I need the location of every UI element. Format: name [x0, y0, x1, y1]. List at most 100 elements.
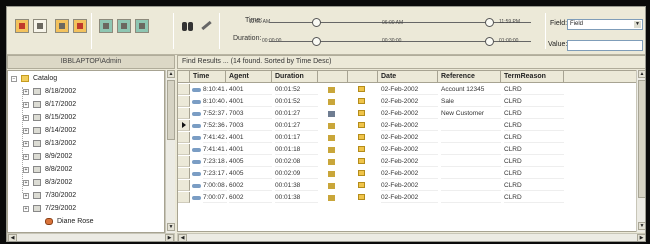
row-selector[interactable]	[178, 84, 190, 95]
column-header-speaker[interactable]	[318, 71, 348, 83]
cell-time: 7:41:42 AM	[203, 132, 227, 143]
speaker-icon[interactable]	[328, 87, 335, 93]
tree-item[interactable]: +8/15/2002	[8, 113, 164, 123]
scroll-down-icon[interactable]: ▼	[638, 222, 645, 230]
grid-vertical-scrollbar[interactable]: ▲ ▼	[636, 70, 645, 232]
expand-icon[interactable]: +	[23, 102, 29, 108]
properties-button[interactable]	[99, 19, 113, 33]
row-selector[interactable]	[178, 132, 190, 143]
speaker-icon[interactable]	[328, 195, 335, 201]
table-row[interactable]: 8:10:40 AM400100:01:52 02-Feb-2002SaleCLR…	[190, 96, 645, 107]
save-button[interactable]	[15, 19, 29, 33]
row-selector[interactable]	[178, 108, 190, 119]
tree-item[interactable]: +7/30/2002	[8, 191, 164, 201]
table-row[interactable]: 7:52:36 AM700300:01:27 02-Feb-2002 CLRD	[190, 120, 645, 131]
expand-icon[interactable]: +	[23, 115, 29, 121]
cell-date: 02-Feb-2002	[381, 180, 438, 191]
table-row[interactable]: 7:41:41 AM400100:01:18 02-Feb-2002 CLRD	[190, 144, 645, 155]
results-grid[interactable]: Time Agent Duration Date Reference TermReason…	[177, 70, 645, 232]
speaker-icon[interactable]	[328, 99, 335, 105]
tree-item[interactable]: +8/18/2002	[8, 87, 164, 97]
field-select[interactable]: Field ▼	[567, 19, 643, 30]
tree-scroll-thumb[interactable]	[167, 80, 175, 140]
column-header-time[interactable]: Time	[190, 71, 226, 83]
row-selector[interactable]	[178, 120, 190, 131]
tree-item[interactable]: +8/17/2002	[8, 100, 164, 110]
row-selector[interactable]	[178, 192, 190, 203]
collapse-icon[interactable]: −	[11, 76, 17, 82]
cell-agent: 4001	[229, 132, 272, 143]
column-header-folder[interactable]	[348, 71, 378, 83]
expand-icon[interactable]: +	[23, 180, 29, 186]
expand-icon[interactable]: +	[23, 167, 29, 173]
tree-item[interactable]: +8/13/2002	[8, 139, 164, 149]
speaker-icon[interactable]	[328, 111, 335, 117]
grid-horizontal-scrollbar[interactable]: ◀ ▶	[177, 233, 645, 241]
expand-icon[interactable]: +	[23, 206, 29, 212]
duration-end-handle[interactable]	[485, 37, 494, 46]
table-row[interactable]: 7:00:08 AM600200:01:38 02-Feb-2002 CLRD	[190, 180, 645, 191]
tree-item[interactable]: +8/9/2002	[8, 152, 164, 162]
tree-vertical-scrollbar[interactable]: ▲ ▼	[165, 70, 175, 233]
scroll-right-icon[interactable]: ▶	[637, 234, 645, 241]
value-input[interactable]	[567, 40, 643, 51]
expand-icon[interactable]: +	[23, 154, 29, 160]
tools-button[interactable]	[199, 19, 213, 33]
speaker-icon[interactable]	[328, 147, 335, 153]
column-header-date[interactable]: Date	[378, 71, 438, 83]
tree-horizontal-scrollbar[interactable]: ◀ ▶	[7, 233, 175, 241]
row-selector[interactable]	[178, 96, 190, 107]
cell-agent: 4001	[229, 144, 272, 155]
row-selector[interactable]	[178, 156, 190, 167]
column-header-reference[interactable]: Reference	[438, 71, 501, 83]
column-header-termreason[interactable]: TermReason	[501, 71, 564, 83]
speaker-icon[interactable]	[328, 159, 335, 165]
expand-icon[interactable]: +	[23, 128, 29, 134]
play-button[interactable]	[135, 19, 149, 33]
speaker-icon[interactable]	[328, 171, 335, 177]
tree-item[interactable]: +8/3/2002	[8, 178, 164, 188]
column-header-duration[interactable]: Duration	[272, 71, 318, 83]
table-row[interactable]: 7:23:18 AM400500:02:08 02-Feb-2002 CLRD	[190, 156, 645, 167]
expand-icon[interactable]: +	[23, 141, 29, 147]
grid-scroll-thumb[interactable]	[638, 80, 645, 198]
chevron-down-icon[interactable]: ▼	[634, 21, 641, 28]
grid-view-button[interactable]	[117, 19, 131, 33]
open-folder-button[interactable]	[55, 19, 69, 33]
table-row[interactable]: 7:23:17 AM400500:02:09 02-Feb-2002 CLRD	[190, 168, 645, 179]
find-button[interactable]	[181, 20, 195, 32]
time-end-handle[interactable]	[485, 18, 494, 27]
tree-item[interactable]: +8/8/2002	[8, 165, 164, 175]
calendar-icon	[33, 153, 41, 160]
scroll-down-icon[interactable]: ▼	[167, 223, 175, 231]
duration-start-handle[interactable]	[312, 37, 321, 46]
scroll-left-icon[interactable]: ◀	[178, 234, 187, 241]
speaker-icon[interactable]	[328, 135, 335, 141]
time-start-handle[interactable]	[312, 18, 321, 27]
expand-icon[interactable]: +	[23, 193, 29, 199]
row-selector[interactable]	[178, 180, 190, 191]
tree-item[interactable]: +8/14/2002	[8, 126, 164, 136]
table-row[interactable]: 8:10:41 AM400100:01:52 02-Feb-2002Account…	[190, 84, 645, 95]
list-view-button[interactable]	[33, 19, 47, 33]
scroll-up-icon[interactable]: ▲	[638, 70, 645, 78]
tree-item[interactable]: − Catalog	[8, 74, 164, 84]
table-row[interactable]: 7:41:42 AM400100:01:17 02-Feb-2002 CLRD	[190, 132, 645, 143]
cell-duration: 00:02:08	[275, 156, 318, 167]
tree-item[interactable]: Diane Rose	[8, 217, 164, 227]
scroll-right-icon[interactable]: ▶	[165, 234, 174, 241]
table-row[interactable]: 7:52:37 AM700300:01:27 02-Feb-2002New Cus…	[190, 108, 645, 119]
scroll-left-icon[interactable]: ◀	[8, 234, 17, 241]
row-selector[interactable]	[178, 144, 190, 155]
table-row[interactable]: 7:00:07 AM600200:01:38 02-Feb-2002 CLRD	[190, 192, 645, 203]
folder-icon	[358, 134, 365, 140]
scroll-up-icon[interactable]: ▲	[167, 70, 175, 78]
catalog-tree[interactable]: − Catalog +8/18/2002 +8/17/2002 +8/15/2002 +8…	[7, 70, 165, 233]
speaker-icon[interactable]	[328, 123, 335, 129]
export-button[interactable]	[73, 19, 87, 33]
column-header-agent[interactable]: Agent	[226, 71, 272, 83]
speaker-icon[interactable]	[328, 183, 335, 189]
tree-item[interactable]: +7/29/2002	[8, 204, 164, 214]
row-selector[interactable]	[178, 168, 190, 179]
expand-icon[interactable]: +	[23, 89, 29, 95]
